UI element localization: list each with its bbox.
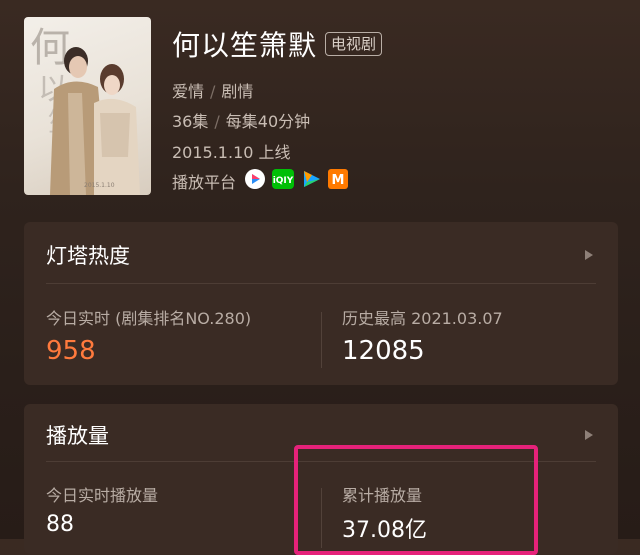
heat-peak-label: 历史最高 2021.03.07 xyxy=(342,309,503,328)
heat-card: 灯塔热度 今日实时 (剧集排名NO.280) 958 历史最高 2021.03.… xyxy=(24,222,618,385)
premiere-date: 2015.1.10 上线 xyxy=(172,143,291,162)
heat-card-divider xyxy=(46,283,596,284)
plays-today-value: 88 xyxy=(46,512,74,537)
svg-text:iQIY: iQIY xyxy=(273,176,294,186)
platform-row: 播放平台 iQIY M xyxy=(172,168,349,194)
heat-peak-value: 12085 xyxy=(342,336,425,366)
poster-art: 何 以 笙 2015.1.10 xyxy=(30,25,140,195)
heat-card-arrow-icon[interactable] xyxy=(584,246,594,265)
heat-today-value: 958 xyxy=(46,336,96,366)
svg-text:M: M xyxy=(332,173,345,188)
episode-count: 36集 xyxy=(172,112,209,131)
heat-card-title: 灯塔热度 xyxy=(46,244,130,268)
show-title: 何以笙箫默 xyxy=(172,29,318,62)
heat-today-label: 今日实时 (剧集排名NO.280) xyxy=(46,309,252,328)
platform-label: 播放平台 xyxy=(172,173,237,192)
svg-text:2015.1.10: 2015.1.10 xyxy=(84,182,115,189)
plays-card-title: 播放量 xyxy=(46,424,109,448)
title-row: 何以笙箫默 电视剧 xyxy=(172,24,383,64)
tencent-video-icon[interactable] xyxy=(300,168,322,194)
genre-2: 剧情 xyxy=(221,82,254,101)
plays-card-arrow-icon[interactable] xyxy=(584,426,594,445)
poster-image[interactable]: 何 以 笙 2015.1.10 xyxy=(24,17,151,195)
genre-line: 爱情 / 剧情 xyxy=(172,82,254,101)
heat-card-vertical-divider xyxy=(321,312,322,368)
genre-1: 爱情 xyxy=(172,82,205,101)
mango-tv-icon[interactable]: M xyxy=(327,168,349,194)
plays-today-label: 今日实时播放量 xyxy=(46,486,159,505)
episode-line: 36集 / 每集40分钟 xyxy=(172,112,311,131)
iqiyi-icon[interactable]: iQIY xyxy=(271,168,295,194)
youku-icon[interactable] xyxy=(244,168,266,194)
episode-length: 每集40分钟 xyxy=(225,112,311,131)
type-tag: 电视剧 xyxy=(325,32,383,56)
svg-text:何: 何 xyxy=(30,25,70,71)
